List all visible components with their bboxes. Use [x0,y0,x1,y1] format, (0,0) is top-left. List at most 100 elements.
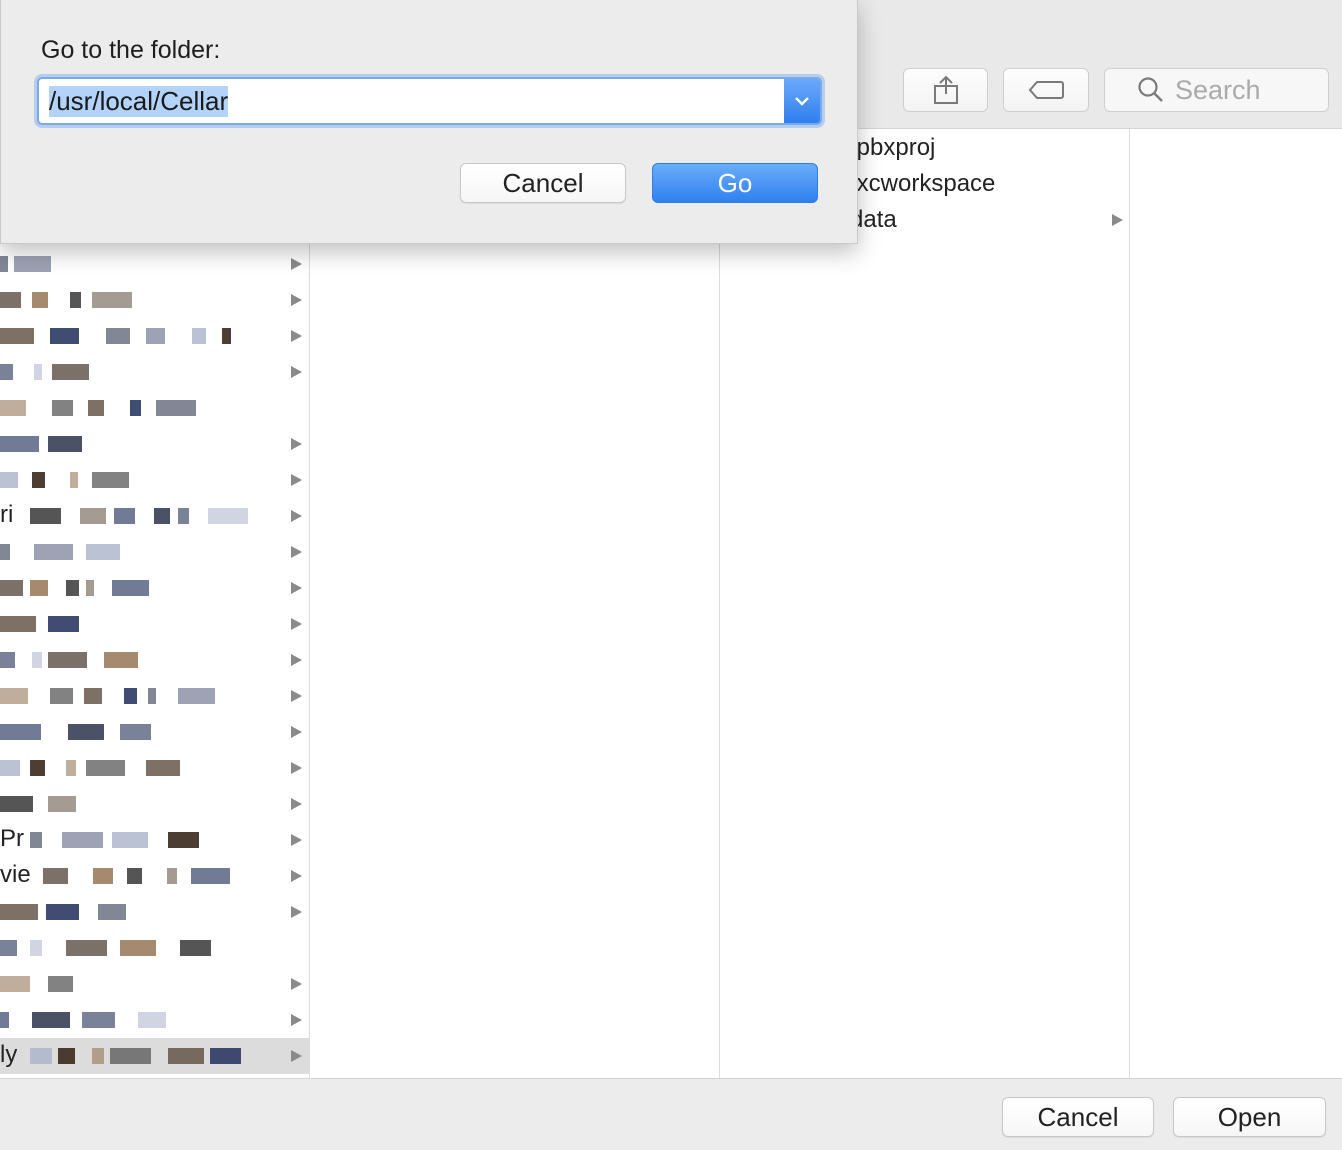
redacted-label-block [0,796,33,812]
disclosure-arrow-icon [291,438,302,450]
redacted-label-block [222,328,231,344]
sidebar-item[interactable] [0,894,309,930]
sidebar-item[interactable]: vie [0,858,309,894]
redacted-label-block [30,1048,52,1064]
history-dropdown-button[interactable] [784,79,820,123]
open-file-dialog: Search ri Pr vie ly .pbxproj .xcworkspace dat… [0,0,1342,1150]
sidebar-item[interactable] [0,354,309,390]
disclosure-arrow-icon [291,294,302,306]
disclosure-arrow-icon [291,690,302,702]
disclosure-arrow-icon [291,330,302,342]
redacted-label-block [110,1048,151,1064]
redacted-label-block [32,652,42,668]
sidebar-item[interactable]: Pr [0,822,309,858]
search-field[interactable]: Search [1104,68,1329,112]
disclosure-arrow-icon [291,978,302,990]
sidebar-item-label: Pr [0,825,24,852]
disclosure-arrow-icon [291,906,302,918]
file-item[interactable]: .pbxproj [850,130,1129,166]
file-item[interactable]: .xcworkspace [850,166,1129,202]
browser-column-4[interactable] [1130,129,1342,1078]
sidebar-item[interactable] [0,930,309,966]
sidebar-item[interactable] [0,1002,309,1038]
file-item[interactable]: data [850,202,1129,238]
sidebar-item[interactable] [0,570,309,606]
redacted-label-block [0,364,13,380]
redacted-label-block [146,328,165,344]
redacted-label-block [0,976,30,992]
open-button[interactable]: Open [1173,1097,1326,1137]
redacted-label-block [34,364,42,380]
disclosure-arrow-icon [291,474,302,486]
disclosure-arrow-icon [291,654,302,666]
disclosure-arrow-icon [291,870,302,882]
sidebar-item[interactable]: ly [0,1038,309,1074]
redacted-label-block [92,292,132,308]
tag-button[interactable] [1003,68,1089,112]
go-button[interactable]: Go [652,163,818,203]
sidebar-item[interactable] [0,750,309,786]
go-to-folder-sheet: Go to the folder: Cancel Go [0,0,858,244]
redacted-label-block [30,940,42,956]
redacted-label-block [0,580,23,596]
sidebar-item[interactable] [0,282,309,318]
redacted-label-block [0,328,34,344]
sheet-cancel-button[interactable]: Cancel [460,163,626,203]
redacted-label-block [93,868,113,884]
sidebar-item[interactable] [0,462,309,498]
redacted-label-block [48,436,82,452]
browser-column-2[interactable] [310,129,720,1078]
disclosure-arrow-icon [291,798,302,810]
disclosure-arrow-icon [291,510,302,522]
folder-path-input[interactable] [39,78,784,124]
redacted-label-block [14,256,51,272]
disclosure-arrow-icon [291,1014,302,1026]
sidebar-item[interactable] [0,534,309,570]
sidebar-item-label: ri [0,501,14,528]
sidebar-item[interactable] [0,786,309,822]
redacted-label-block [192,328,206,344]
folder-path-combobox[interactable] [37,77,822,125]
redacted-label-block [50,688,73,704]
share-button[interactable] [903,68,988,112]
redacted-label-block [104,652,138,668]
sidebar-item[interactable] [0,426,309,462]
redacted-label-block [0,904,38,920]
cancel-button[interactable]: Cancel [1002,1097,1154,1137]
redacted-label-block [154,508,170,524]
sidebar-item[interactable] [0,606,309,642]
sidebar-item[interactable] [0,642,309,678]
sidebar-item[interactable] [0,966,309,1002]
tag-icon [1028,81,1064,99]
redacted-label-block [66,580,79,596]
redacted-label-block [98,904,126,920]
redacted-label-block [178,508,189,524]
redacted-label-block [62,832,103,848]
browser-column-1[interactable]: ri Pr vie ly [0,129,310,1078]
redacted-label-block [114,508,135,524]
sidebar-item[interactable] [0,390,309,426]
redacted-label-block [168,832,199,848]
redacted-label-block [32,472,45,488]
redacted-label-block [0,292,21,308]
redacted-label-block [124,688,137,704]
redacted-label-block [82,1012,115,1028]
redacted-label-block [86,544,120,560]
chevron-down-icon [795,97,809,106]
sidebar-item[interactable] [0,318,309,354]
redacted-label-block [130,400,141,416]
redacted-label-block [112,580,149,596]
disclosure-arrow-icon [1112,214,1123,226]
sidebar-item[interactable] [0,246,309,282]
sidebar-item[interactable]: ri [0,498,309,534]
disclosure-arrow-icon [291,258,302,270]
sidebar-item[interactable] [0,714,309,750]
sidebar-item[interactable] [0,678,309,714]
disclosure-arrow-icon [291,726,302,738]
redacted-label-block [167,868,177,884]
browser-column-3[interactable]: .pbxproj .xcworkspace data [720,129,1130,1078]
redacted-label-block [0,436,39,452]
redacted-label-block [30,580,48,596]
redacted-label-block [32,1012,70,1028]
redacted-label-block [46,904,79,920]
